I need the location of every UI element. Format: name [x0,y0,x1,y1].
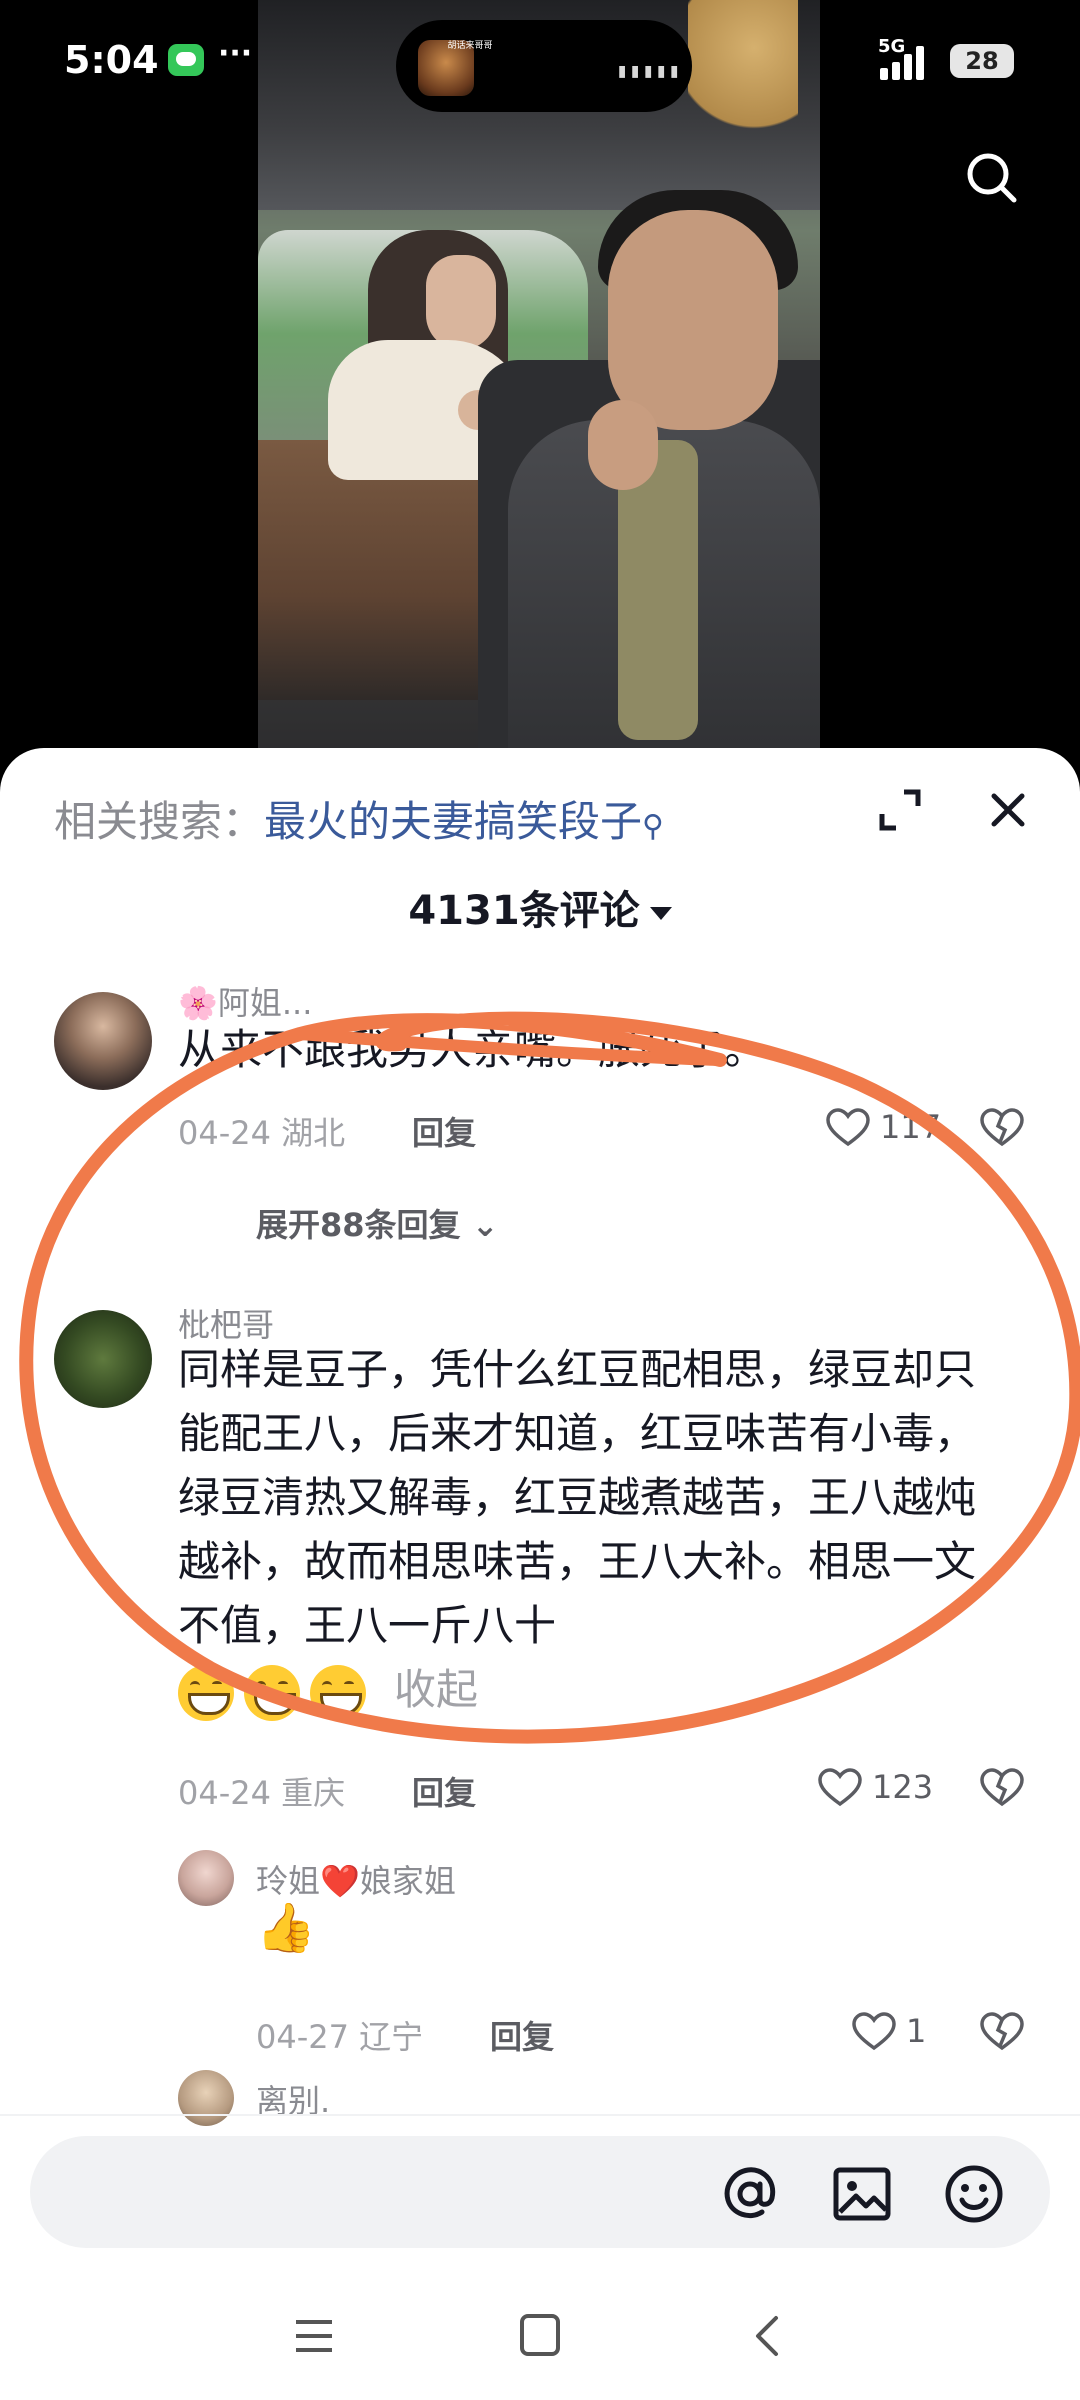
avatar[interactable] [178,2070,234,2126]
comment-input[interactable] [30,2136,1050,2248]
back-icon[interactable] [748,2314,788,2358]
video-player[interactable] [0,0,1080,770]
like-icon[interactable] [852,2012,896,2052]
reply-button[interactable]: 回复 [490,2012,554,2058]
like-icon[interactable] [826,1108,870,1148]
comment-body: 同样是豆子，凭什么红豆配相思，绿豆却只能配王八，后来才知道，红豆味苦有小毒，绿豆… [178,1345,977,1650]
comment-text: 同样是豆子，凭什么红豆配相思，绿豆却只能配王八，后来才知道，红豆味苦有小毒，绿豆… [178,1338,1008,1722]
related-search-keyword[interactable]: 最火的夫妻搞笑段子 [264,797,642,846]
reply-date: 04-27 [256,2018,349,2056]
avatar[interactable] [178,1850,234,1906]
like-count: 123 [872,1768,934,1806]
reply-button[interactable]: 回复 [412,1108,476,1154]
home-icon[interactable] [520,2314,560,2356]
now-playing-title: 胡话来哥哥 [447,41,493,51]
comment-count: 4131条评论 [408,888,640,934]
reply-button[interactable]: 回复 [412,1768,476,1814]
video-woman-face [426,255,496,350]
divider [0,2114,1080,2116]
dynamic-island[interactable]: 胡话来哥哥 ▮▮▮▮▮ [396,20,692,112]
reply-text: 👍 [256,1900,316,1956]
grin-emoji-icon [178,1664,234,1721]
video-man-head [608,210,778,430]
expand-replies-label: 展开88条回复 [256,1206,461,1244]
signal-icon [880,40,940,80]
dislike-icon[interactable] [980,1108,1024,1148]
video-man-hand [588,400,658,490]
dislike-icon[interactable] [980,2012,1024,2052]
expand-icon[interactable] [878,788,922,832]
comment-text: 从来不跟我男人亲嘴。胀死了。 [178,1025,767,1074]
comment-location: 重庆 [281,1774,346,1812]
grin-emoji-icon [244,1664,300,1721]
comment-location: 湖北 [281,1114,346,1152]
reply-location: 辽宁 [359,2018,424,2056]
battery-icon: 28 [950,44,1014,78]
grin-emoji-icon [310,1664,366,1721]
status-more-dots: ··· [218,36,253,71]
reply-meta: 04-27 辽宁 [256,2012,423,2058]
related-search-label: 相关搜索： [54,797,265,846]
comment-meta: 04-24 湖北 [178,1108,345,1154]
search-icon[interactable] [964,150,1020,206]
related-search-icon: ⚲ [642,809,665,844]
related-search[interactable]: 相关搜索：最火的夫妻搞笑段子⚲ [54,788,664,849]
video-hanging-charm [688,0,798,160]
like-icon[interactable] [818,1768,862,1808]
video-frame[interactable] [258,0,820,770]
comment-meta: 04-24 重庆 [178,1768,345,1814]
system-nav-bar [0,2270,1080,2400]
avatar[interactable] [54,1310,152,1408]
avatar[interactable] [54,992,152,1090]
chevron-down-icon: ⌄ [471,1206,499,1244]
comment-date: 04-24 [178,1114,271,1152]
close-icon[interactable] [982,784,1034,836]
comment-count-dropdown[interactable]: 4131条评论 [0,878,1080,936]
status-time: 5:04 [64,38,159,82]
like-count: 117 [880,1108,942,1146]
comment-date: 04-24 [178,1774,271,1812]
audio-wave-icon: ▮▮▮▮▮ [616,58,682,82]
expand-replies-button[interactable]: 展开88条回复 ⌄ [256,1200,499,1246]
dislike-icon[interactable] [980,1768,1024,1808]
caret-down-icon [649,906,672,920]
collapse-button[interactable]: 收起 [394,1665,478,1714]
image-icon[interactable] [830,2162,894,2226]
like-count: 1 [906,2012,927,2050]
at-mention-icon[interactable] [718,2162,782,2226]
menu-icon[interactable] [292,2316,336,2356]
emoji-icon[interactable] [942,2162,1006,2226]
message-notification-icon [168,44,204,76]
